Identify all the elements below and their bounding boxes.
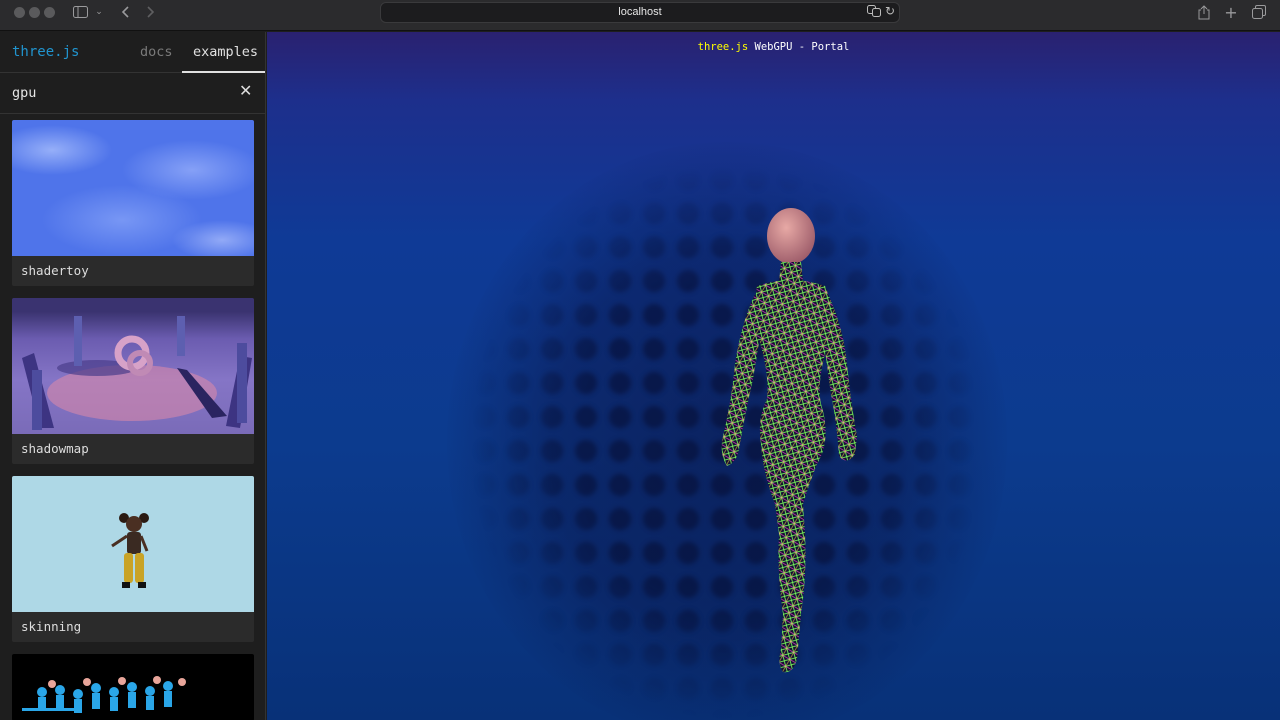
share-icon[interactable] [1196, 4, 1212, 20]
example-thumbnail-shadowmap [12, 298, 254, 434]
new-tab-icon[interactable]: + [1223, 3, 1239, 22]
forward-icon[interactable] [144, 4, 158, 20]
browser-titlebar: ⌄ localhost ↻ + [0, 0, 1280, 31]
example-thumbnail-shadertoy [12, 120, 254, 256]
search-row: ✕ [0, 73, 265, 114]
webgpu-canvas[interactable]: three.js WebGPU - Portal [267, 32, 1280, 720]
example-card-crowd[interactable] [12, 654, 254, 720]
threejs-logo-link[interactable]: three.js [12, 44, 79, 60]
example-card-skinning[interactable]: skinning [12, 476, 254, 642]
address-bar[interactable]: localhost ↻ [380, 2, 900, 23]
search-input[interactable] [12, 85, 232, 101]
chevron-down-icon[interactable]: ⌄ [94, 4, 104, 20]
example-label: shadowmap [21, 441, 89, 456]
example-card-shadertoy[interactable]: shadertoy [12, 120, 254, 286]
wireframe-character-model [721, 208, 857, 673]
examples-sidebar: three.js docs examples ✕ shadertoy [0, 32, 266, 720]
window-close-button[interactable] [14, 7, 25, 18]
tab-examples[interactable]: examples [193, 44, 258, 60]
sidebar-header: three.js docs examples [0, 32, 265, 73]
example-thumbnail-crowd [12, 654, 254, 720]
window-minimize-button[interactable] [29, 7, 40, 18]
example-info: three.js WebGPU - Portal [267, 41, 1280, 53]
reload-icon[interactable]: ↻ [885, 4, 895, 18]
tab-docs[interactable]: docs [140, 44, 173, 60]
window-maximize-button[interactable] [44, 7, 55, 18]
example-card-shadowmap[interactable]: shadowmap [12, 298, 254, 464]
example-label: skinning [21, 619, 82, 634]
info-threejs-link[interactable]: three.js [698, 41, 749, 53]
example-label: shadertoy [21, 263, 89, 278]
example-thumbnail-skinning [12, 476, 254, 612]
translate-icon[interactable] [867, 5, 881, 20]
tabs-overview-icon[interactable] [1251, 4, 1267, 20]
sidebar-icon[interactable] [72, 4, 88, 20]
address-bar-url: localhost [618, 6, 662, 18]
info-title: WebGPU - Portal [748, 41, 850, 53]
close-icon[interactable]: ✕ [239, 83, 255, 99]
back-icon[interactable] [118, 4, 132, 20]
